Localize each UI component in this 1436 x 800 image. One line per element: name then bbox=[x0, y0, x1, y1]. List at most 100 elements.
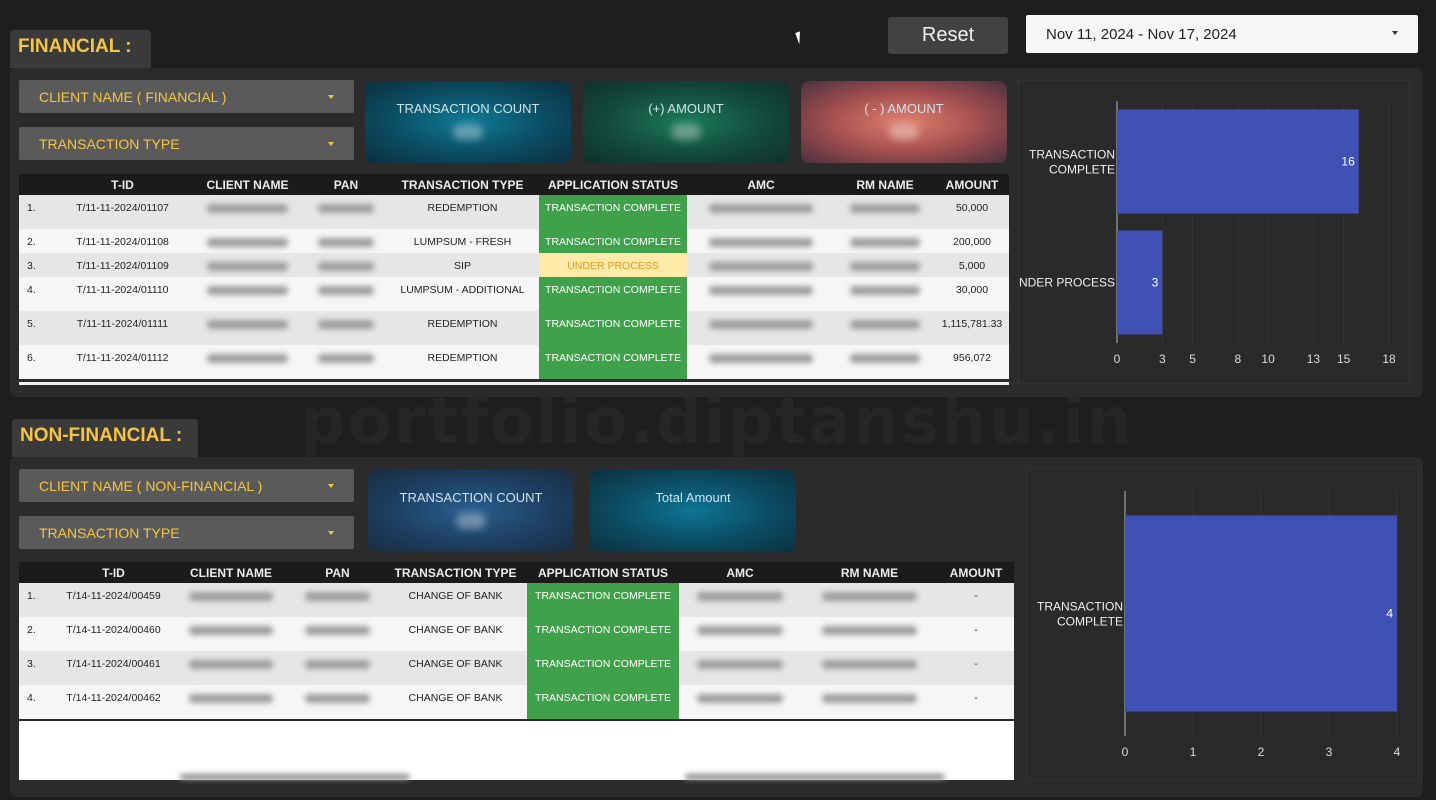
cell-tid: T/14-11-2024/00462 bbox=[56, 685, 171, 719]
cell-amount: 1,115,781.33 bbox=[935, 311, 1009, 345]
column-header-client[interactable]: CLIENT NAME bbox=[171, 562, 291, 583]
cell-tid: T/14-11-2024/00459 bbox=[56, 583, 171, 617]
x-tick-label: 0 bbox=[1114, 352, 1121, 366]
column-header-pan[interactable]: PAN bbox=[306, 174, 386, 195]
financial-plus-amount-card: (+) AMOUNT bbox=[583, 81, 789, 163]
table-row[interactable]: 5. T/11-11-2024/01111 REDEMPTION TRANSACTIO… bbox=[19, 311, 1009, 345]
column-header-rm[interactable]: RM NAME bbox=[801, 562, 938, 583]
reset-button[interactable]: Reset bbox=[888, 17, 1008, 54]
cell-pan-blurred bbox=[306, 345, 386, 379]
bar-value-label: 16 bbox=[1341, 155, 1355, 169]
chevron-down-icon bbox=[328, 484, 334, 488]
x-tick-label: 13 bbox=[1307, 352, 1321, 366]
cell-tid: T/11-11-2024/01109 bbox=[56, 253, 189, 277]
x-tick-label: 8 bbox=[1235, 352, 1242, 366]
financial-table: T-ID CLIENT NAME PAN TRANSACTION TYPE AP… bbox=[19, 174, 1009, 379]
column-header-amc[interactable]: AMC bbox=[679, 562, 801, 583]
column-header-index[interactable] bbox=[19, 562, 56, 583]
financial-status-bar-chart: 0 3 5 8 10 13 15 18 16 TRANSACTIONCOMPLETE 3 UNDER … bbox=[1010, 101, 1396, 366]
cell-pan-blurred bbox=[306, 195, 386, 229]
cell-transaction-type: REDEMPTION bbox=[386, 345, 539, 379]
bar[interactable] bbox=[1117, 109, 1359, 214]
non-financial-section-title: NON-FINANCIAL : bbox=[12, 419, 198, 457]
cell-tid: T/11-11-2024/01111 bbox=[56, 311, 189, 345]
non-financial-chart-panel: 0 1 2 3 4 4 TRANSACTION COMPLETE bbox=[1026, 468, 1419, 780]
column-header-amount[interactable]: AMOUNT bbox=[935, 174, 1009, 195]
cell-pan-blurred bbox=[291, 685, 384, 719]
bar[interactable] bbox=[1125, 515, 1397, 712]
row-index: 6. bbox=[19, 345, 56, 379]
cell-tid: T/11-11-2024/01112 bbox=[56, 345, 189, 379]
non-financial-client-filter[interactable]: CLIENT NAME ( NON-FINANCIAL ) bbox=[19, 469, 354, 502]
table-row[interactable]: 4. T/14-11-2024/00462 CHANGE OF BANK TRANSA… bbox=[19, 685, 1014, 719]
financial-client-filter-label: CLIENT NAME ( FINANCIAL ) bbox=[39, 88, 227, 105]
cell-pan-blurred bbox=[306, 253, 386, 277]
column-header-type[interactable]: TRANSACTION TYPE bbox=[384, 562, 527, 583]
cell-rm-name-blurred bbox=[835, 311, 935, 345]
cell-pan-blurred bbox=[291, 651, 384, 685]
table-footer bbox=[19, 382, 1009, 385]
cell-client-name-blurred bbox=[171, 617, 291, 651]
blurred-footer bbox=[685, 774, 945, 780]
table-row[interactable]: 6. T/11-11-2024/01112 REDEMPTION TRANSACTIO… bbox=[19, 345, 1009, 379]
cell-amc-blurred bbox=[679, 685, 801, 719]
date-range-picker[interactable]: Nov 11, 2024 - Nov 17, 2024 bbox=[1026, 15, 1418, 53]
kpi-value-blurred bbox=[889, 124, 919, 140]
cell-status: TRANSACTION COMPLETE bbox=[539, 277, 687, 311]
row-index: 2. bbox=[19, 617, 56, 651]
column-header-amount[interactable]: AMOUNT bbox=[938, 562, 1014, 583]
column-header-index[interactable] bbox=[19, 174, 56, 195]
table-row[interactable]: 1. T/11-11-2024/01107 REDEMPTION TRANSACTIO… bbox=[19, 195, 1009, 229]
table-header-row: T-ID CLIENT NAME PAN TRANSACTION TYPE AP… bbox=[19, 174, 1009, 195]
table-row[interactable]: 2. T/11-11-2024/01108 LUMPSUM - FRESH TRANS… bbox=[19, 229, 1009, 253]
cell-amc-blurred bbox=[687, 195, 835, 229]
cell-tid: T/14-11-2024/00461 bbox=[56, 651, 171, 685]
financial-client-filter[interactable]: CLIENT NAME ( FINANCIAL ) bbox=[19, 80, 354, 113]
cell-pan-blurred bbox=[306, 277, 386, 311]
category-label: COMPLETE bbox=[1049, 163, 1115, 177]
cell-status: TRANSACTION COMPLETE bbox=[527, 583, 679, 617]
cell-transaction-type: CHANGE OF BANK bbox=[384, 685, 527, 719]
cell-amount: - bbox=[938, 651, 1014, 685]
table-row[interactable]: 4. T/11-11-2024/01110 LUMPSUM - ADDITIONAL… bbox=[19, 277, 1009, 311]
column-header-tid[interactable]: T-ID bbox=[56, 562, 171, 583]
financial-type-filter[interactable]: TRANSACTION TYPE bbox=[19, 127, 354, 160]
category-label: TRANSACTION bbox=[1037, 600, 1123, 614]
table-row[interactable]: 2. T/14-11-2024/00460 CHANGE OF BANK TRANSA… bbox=[19, 617, 1014, 651]
table-row[interactable]: 3. T/14-11-2024/00461 CHANGE OF BANK TRANSA… bbox=[19, 651, 1014, 685]
cell-amc-blurred bbox=[679, 617, 801, 651]
chevron-down-icon bbox=[1392, 31, 1398, 35]
cell-status: TRANSACTION COMPLETE bbox=[539, 195, 687, 229]
bar-value-label: 3 bbox=[1152, 276, 1159, 290]
cell-status: TRANSACTION COMPLETE bbox=[539, 311, 687, 345]
cell-amount: 30,000 bbox=[935, 277, 1009, 311]
table-row[interactable]: 3. T/11-11-2024/01109 SIP UNDER PROCESS 5,00… bbox=[19, 253, 1009, 277]
column-header-rm[interactable]: RM NAME bbox=[835, 174, 935, 195]
row-index: 2. bbox=[19, 229, 56, 253]
non-financial-type-filter[interactable]: TRANSACTION TYPE bbox=[19, 516, 354, 549]
cell-amount: 200,000 bbox=[935, 229, 1009, 253]
column-header-status[interactable]: APPLICATION STATUS bbox=[539, 174, 687, 195]
financial-type-filter-label: TRANSACTION TYPE bbox=[39, 135, 180, 152]
row-index: 5. bbox=[19, 311, 56, 345]
column-header-amc[interactable]: AMC bbox=[687, 174, 835, 195]
x-tick-label: 4 bbox=[1394, 745, 1401, 759]
column-header-client[interactable]: CLIENT NAME bbox=[189, 174, 306, 195]
financial-section-title: FINANCIAL : bbox=[10, 30, 151, 68]
cell-amc-blurred bbox=[687, 311, 835, 345]
cell-amc-blurred bbox=[687, 345, 835, 379]
bar-value-label: 4 bbox=[1386, 607, 1393, 621]
cell-transaction-type: LUMPSUM - FRESH bbox=[386, 229, 539, 253]
cell-tid: T/11-11-2024/01110 bbox=[56, 277, 189, 311]
column-header-status[interactable]: APPLICATION STATUS bbox=[527, 562, 679, 583]
cell-amc-blurred bbox=[679, 583, 801, 617]
x-tick-label: 5 bbox=[1189, 352, 1196, 366]
table-row[interactable]: 1. T/14-11-2024/00459 CHANGE OF BANK TRANSA… bbox=[19, 583, 1014, 617]
column-header-type[interactable]: TRANSACTION TYPE bbox=[386, 174, 539, 195]
cell-pan-blurred bbox=[291, 583, 384, 617]
column-header-tid[interactable]: T-ID bbox=[56, 174, 189, 195]
column-header-pan[interactable]: PAN bbox=[291, 562, 384, 583]
cell-tid: T/11-11-2024/01108 bbox=[56, 229, 189, 253]
kpi-label: ( - ) AMOUNT bbox=[864, 101, 944, 116]
non-financial-transaction-count-card: TRANSACTION COUNT bbox=[368, 470, 574, 552]
